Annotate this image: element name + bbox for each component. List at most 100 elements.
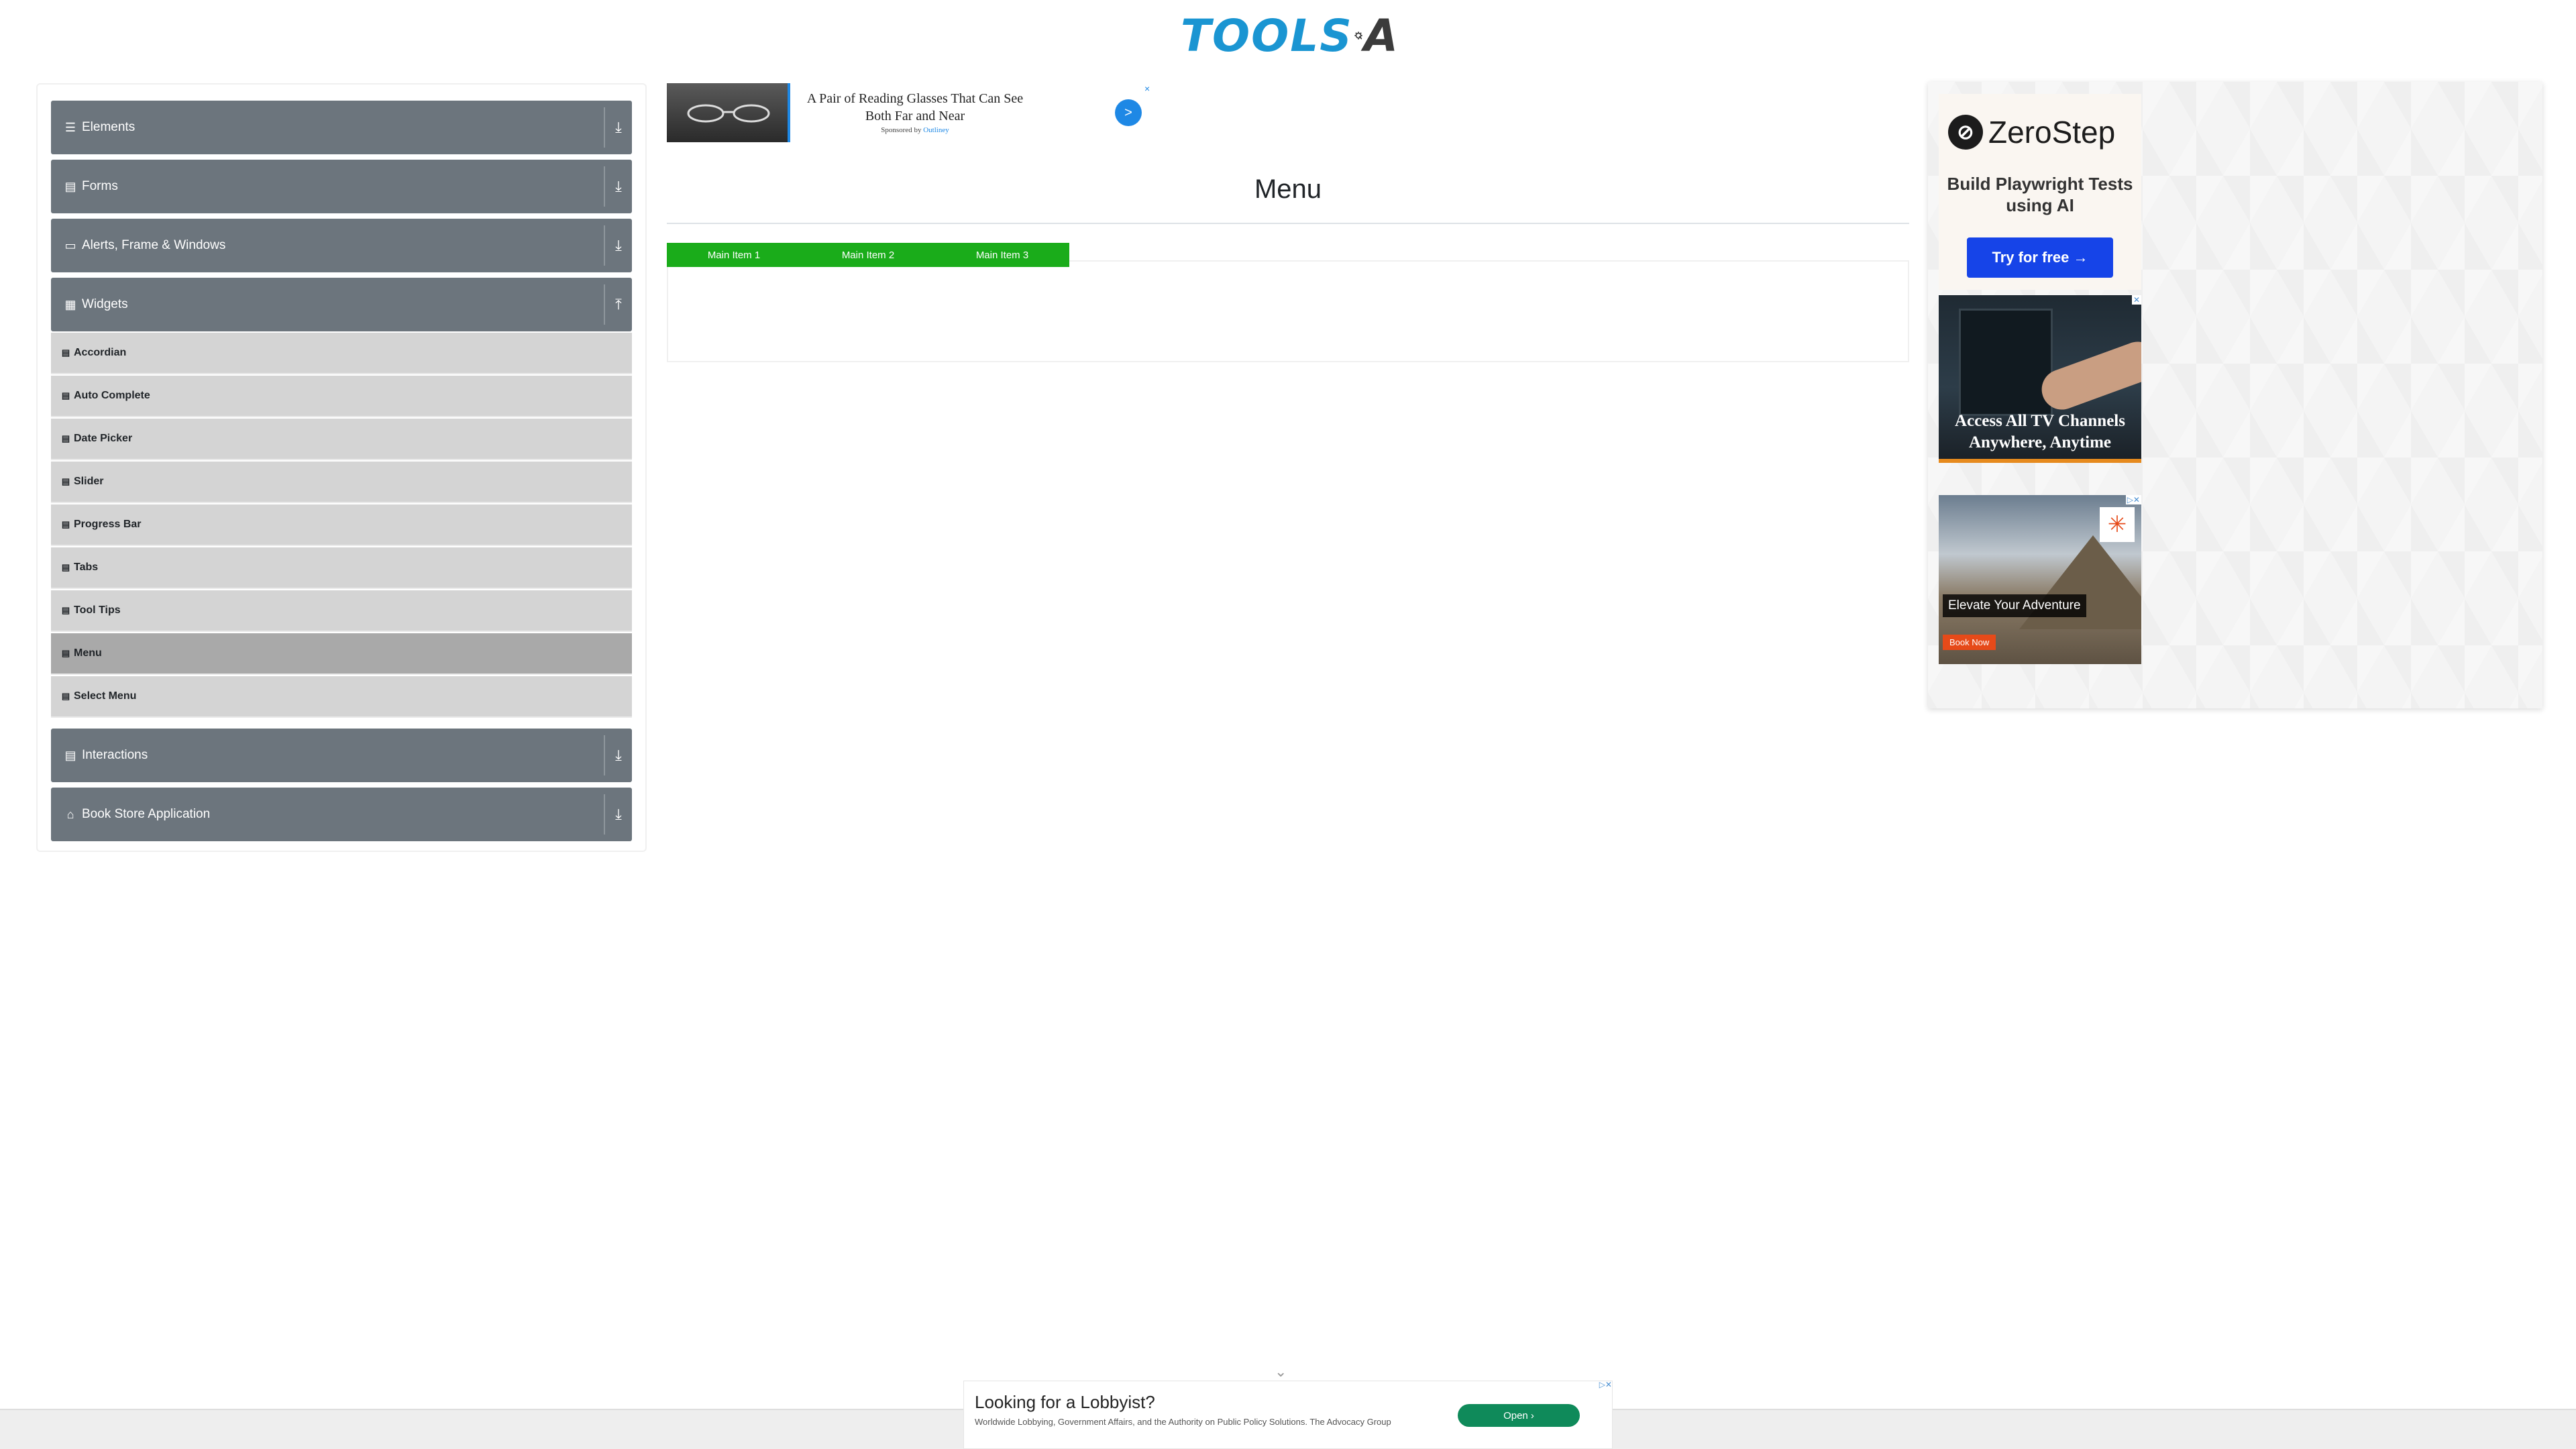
menu-main-item-2[interactable]: Main Item 2 [801, 243, 935, 267]
widgets-submenu: ▤ Accordian ▤ Auto Complete ▤ Date Picker ▤… [51, 333, 632, 718]
expand-down-icon[interactable]: ⤓ [604, 107, 632, 148]
group-label: Book Store Application [82, 807, 211, 821]
sidebar-item-tool-tips[interactable]: ▤ Tool Tips [51, 590, 632, 632]
group-header-book-store[interactable]: ⌂ Book Store Application ⤓ [51, 788, 632, 841]
group-alerts[interactable]: ▭ Alerts, Frame & Windows ⤓ [51, 219, 632, 272]
collapse-up-icon[interactable]: ⤒ [604, 284, 632, 325]
tv-image [1959, 309, 2053, 416]
top-advertisement[interactable]: A Pair of Reading Glasses That Can See B… [667, 83, 1154, 142]
group-label: Alerts, Frame & Windows [82, 238, 226, 252]
item-icon: ▤ [61, 390, 70, 400]
nav-menu: Main Item 1 Main Item 2 Main Item 3 [667, 243, 1069, 267]
ad-close-icon[interactable]: ▷✕ [1599, 1380, 1612, 1389]
group-book-store[interactable]: ⌂ Book Store Application ⤓ [51, 788, 632, 841]
ad-close-icon[interactable]: ▷✕ [2125, 495, 2141, 504]
logo-text-right: A [1363, 9, 1398, 62]
group-header-widgets[interactable]: ▦ Widgets ⤒ [51, 278, 632, 331]
grid-icon: ▦ [64, 297, 76, 311]
sidebar-item-auto-complete[interactable]: ▤ Auto Complete [51, 376, 632, 417]
hamburger-icon: ☰ [64, 120, 76, 134]
menu-main-item-1[interactable]: Main Item 1 [667, 243, 801, 267]
sidebar-item-label: Tabs [74, 561, 99, 573]
tv-ad-headline: Access All TV Channels Anywhere, Anytime [1955, 412, 2125, 451]
try-for-free-button[interactable]: Try for free → [1967, 237, 2113, 278]
bottom-ad-description: Worldwide Lobbying, Government Affairs, … [975, 1417, 1391, 1427]
sidebar-item-label: Accordian [74, 347, 127, 358]
open-button-label: Open [1503, 1409, 1528, 1421]
sidebar-item-tabs[interactable]: ▤ Tabs [51, 547, 632, 589]
group-forms[interactable]: ▤ Forms ⤓ [51, 160, 632, 213]
divider [667, 223, 1909, 224]
logo-text-left: TOOLS [1181, 9, 1353, 62]
group-header-forms[interactable]: ▤ Forms ⤓ [51, 160, 632, 213]
sidebar-item-label: Date Picker [74, 433, 133, 444]
ad-image [667, 83, 790, 142]
expand-down-icon[interactable]: ⤓ [604, 166, 632, 207]
group-interactions[interactable]: ▤ Interactions ⤓ [51, 729, 632, 782]
group-label: Interactions [82, 748, 148, 762]
expand-down-icon[interactable]: ⤓ [604, 794, 632, 835]
item-icon: ▤ [61, 691, 70, 701]
group-widgets[interactable]: ▦ Widgets ⤒ ▤ Accordian ▤ Auto Complete ▤ D… [51, 278, 632, 718]
ad-close-icon[interactable]: ✕ [2131, 295, 2141, 305]
group-label: Elements [82, 120, 136, 134]
sidebar-item-accordian[interactable]: ▤ Accordian [51, 333, 632, 374]
sidebar-item-label: Tool Tips [74, 604, 121, 616]
window-icon: ▭ [64, 238, 76, 252]
sidebar-item-label: Menu [74, 647, 102, 659]
group-header-alerts[interactable]: ▭ Alerts, Frame & Windows ⤓ [51, 219, 632, 272]
sponsor-name[interactable]: Outliney [923, 126, 949, 134]
bottom-ad-headline: Looking for a Lobbyist? [975, 1392, 1155, 1412]
toolsqa-logo[interactable]: TOOLS A [1181, 9, 1398, 62]
expand-down-icon[interactable]: ⤓ [604, 225, 632, 266]
ad-sponsor: Sponsored by Outliney [801, 126, 1029, 134]
item-icon: ▤ [61, 347, 70, 358]
page-title: Menu [1254, 174, 1322, 204]
zerostep-logo: ⊘ ZeroStep [1948, 114, 2115, 150]
item-icon: ▤ [61, 519, 70, 529]
group-header-interactions[interactable]: ▤ Interactions ⤓ [51, 729, 632, 782]
open-button[interactable]: Open › [1458, 1404, 1580, 1427]
sidebar-item-slider[interactable]: ▤ Slider [51, 462, 632, 503]
accent-bar [1939, 459, 2141, 463]
sidebar-item-progress-bar[interactable]: ▤ Progress Bar [51, 504, 632, 546]
sidebar-item-select-menu[interactable]: ▤ Select Menu [51, 676, 632, 718]
sidebar-item-menu[interactable]: ▤ Menu [51, 633, 632, 675]
glasses-icon [687, 104, 770, 123]
group-elements[interactable]: ☰ Elements ⤓ [51, 101, 632, 154]
item-icon: ▤ [61, 476, 70, 486]
book-now-button[interactable]: Book Now [1943, 635, 1996, 650]
document-icon: ▤ [64, 748, 76, 762]
chevron-down-icon[interactable]: ⌄ [1275, 1363, 1287, 1381]
adventure-ad[interactable]: ✳ Elevate Your Adventure Book Now ▷✕ [1939, 495, 2141, 664]
zerostep-logo-icon: ⊘ [1948, 115, 1983, 150]
sponsored-prefix: Sponsored by [881, 126, 922, 134]
sidebar-item-label: Select Menu [74, 690, 137, 702]
bottom-advertisement[interactable]: Looking for a Lobbyist? Worldwide Lobbyi… [963, 1380, 1613, 1449]
sidebar-item-label: Auto Complete [74, 390, 150, 401]
document-icon: ▤ [64, 179, 76, 193]
left-panel: ☰ Elements ⤓ ▤ Forms ⤓ ▭ Alerts, Frame &… [36, 83, 647, 852]
item-icon: ▤ [61, 433, 70, 443]
ad-go-button[interactable]: > [1115, 99, 1142, 126]
expand-down-icon[interactable]: ⤓ [604, 735, 632, 775]
sidebar-item-label: Progress Bar [74, 519, 142, 530]
item-icon: ▤ [61, 562, 70, 572]
sidebar-item-label: Slider [74, 476, 104, 487]
adventure-headline: Elevate Your Adventure [1943, 594, 2086, 617]
item-icon: ▤ [61, 648, 70, 658]
group-label: Widgets [82, 297, 128, 311]
zerostep-tagline: Build Playwright Tests using AI [1947, 174, 2133, 215]
ad-headline[interactable]: A Pair of Reading Glasses That Can See B… [801, 90, 1029, 125]
zerostep-ad[interactable]: ⊘ ZeroStep Build Playwright Tests using … [1939, 94, 2141, 290]
brand-logo-icon: ✳ [2100, 507, 2135, 542]
menu-container [667, 260, 1909, 362]
group-label: Forms [82, 179, 118, 193]
group-header-elements[interactable]: ☰ Elements ⤓ [51, 101, 632, 154]
zerostep-name: ZeroStep [1988, 115, 2116, 150]
tv-ad[interactable]: Access All TV Channels Anywhere, Anytime… [1939, 295, 2141, 463]
sidebar-item-date-picker[interactable]: ▤ Date Picker [51, 419, 632, 460]
close-icon[interactable]: × [1144, 83, 1150, 94]
menu-main-item-3[interactable]: Main Item 3 [935, 243, 1069, 267]
item-icon: ▤ [61, 605, 70, 615]
